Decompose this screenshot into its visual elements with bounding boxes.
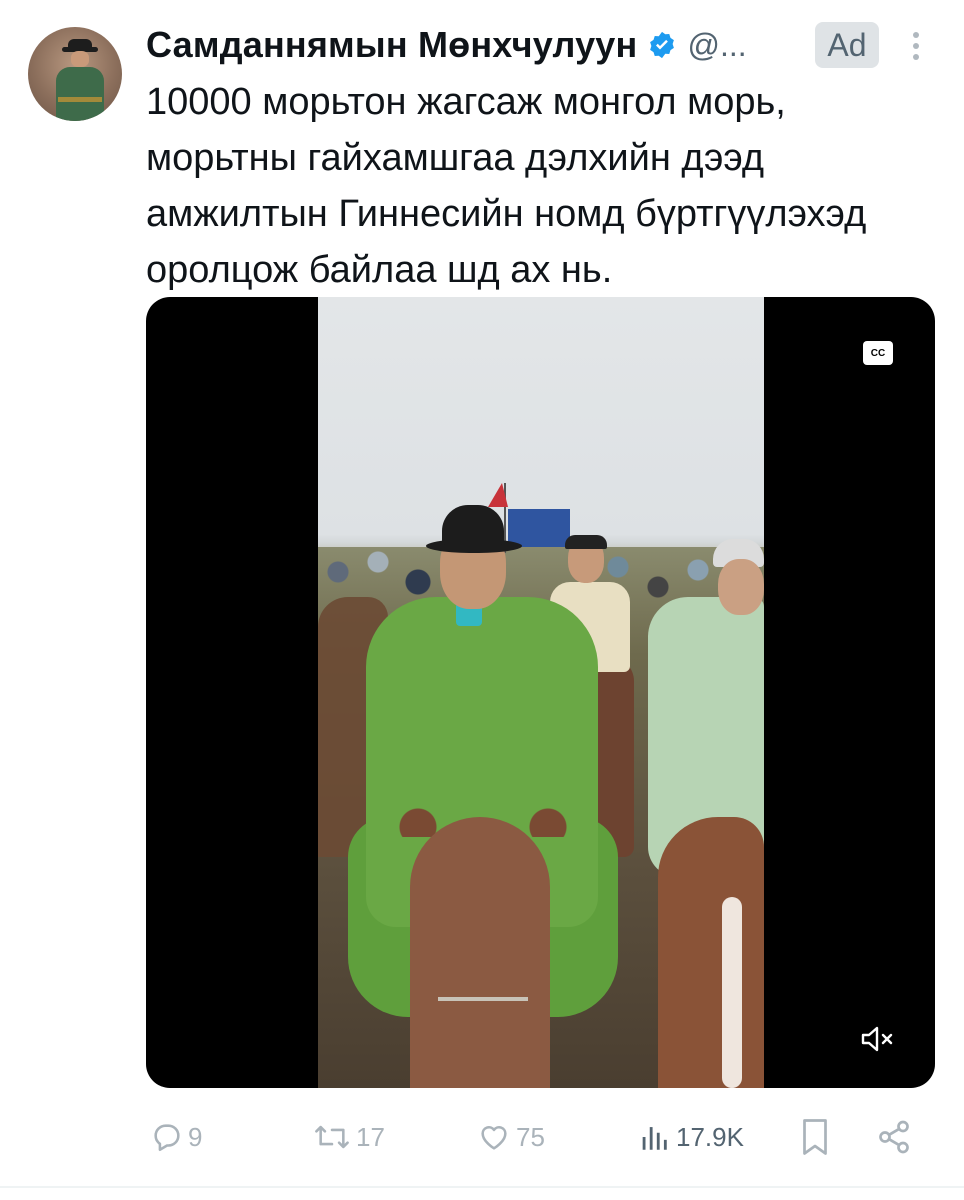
views-button[interactable]: 17.9K — [636, 1110, 744, 1164]
video-horse-right — [658, 817, 764, 1088]
reply-button[interactable]: 9 — [150, 1110, 202, 1164]
author-avatar[interactable] — [28, 27, 122, 121]
video-blue-banner — [508, 509, 570, 547]
tweet[interactable]: Самданнямын Мөнхчулуун @... Ad 10000 мор… — [0, 0, 964, 1200]
video-red-flag — [488, 483, 508, 507]
tweet-header: Самданнямын Мөнхчулуун @... Ad — [146, 22, 934, 68]
retweet-icon — [315, 1125, 349, 1149]
share-button[interactable] — [876, 1110, 912, 1164]
video-main-horse — [410, 817, 550, 1088]
dot — [913, 32, 919, 38]
share-icon — [879, 1120, 909, 1154]
vertical-dots-icon[interactable] — [906, 28, 926, 64]
video-main-rider-hat — [442, 505, 504, 545]
author-handle[interactable]: @... — [687, 27, 746, 64]
author-name[interactable]: Самданнямын Мөнхчулуун — [146, 24, 637, 66]
avatar-belt — [58, 97, 102, 102]
retweet-count: 17 — [356, 1121, 385, 1152]
verified-badge-icon — [650, 31, 675, 59]
tweet-text: 10000 морьтон жагсаж монгол морь, морьтн… — [146, 81, 867, 291]
bookmark-button[interactable] — [800, 1110, 830, 1164]
reply-icon — [154, 1124, 180, 1152]
video-rider-right-head — [718, 559, 764, 615]
video-bridle — [438, 997, 528, 1001]
video-rider-hat — [565, 535, 607, 549]
retweet-button[interactable]: 17 — [312, 1110, 385, 1164]
heart-icon — [481, 1126, 507, 1150]
reply-count: 9 — [188, 1121, 203, 1152]
closed-captions-button[interactable]: CC — [863, 341, 893, 365]
video-frame — [318, 297, 764, 1088]
speaker-muted-icon[interactable] — [859, 1024, 895, 1054]
dot — [913, 43, 919, 49]
ad-badge: Ad — [815, 22, 879, 68]
tweet-actions: 9 17 75 17.9K — [146, 1110, 936, 1164]
avatar-body — [56, 67, 104, 121]
video-player[interactable]: CC — [146, 297, 935, 1088]
video-horse-blaze — [722, 897, 742, 1088]
like-button[interactable]: 75 — [476, 1110, 545, 1164]
divider — [0, 1186, 964, 1188]
analytics-bars-icon — [642, 1127, 667, 1150]
avatar-face — [71, 51, 89, 67]
dot — [913, 54, 919, 60]
views-count: 17.9K — [676, 1121, 744, 1152]
bookmark-icon — [803, 1119, 827, 1155]
like-count: 75 — [516, 1121, 545, 1152]
